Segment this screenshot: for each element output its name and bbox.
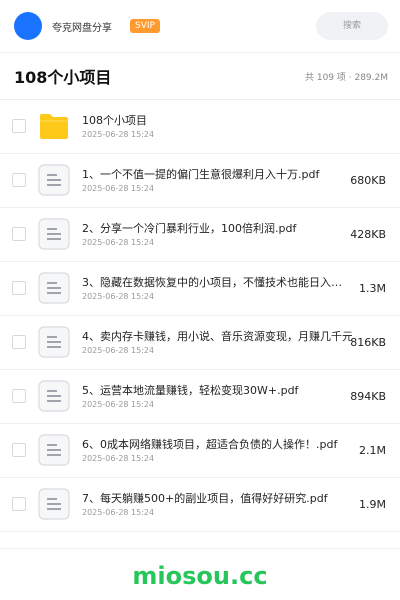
select-checkbox[interactable] — [12, 497, 26, 511]
footer-divider — [0, 548, 400, 549]
file-date: 2025-06-28 15:24 — [82, 346, 155, 355]
file-date: 2025-06-28 15:24 — [82, 184, 155, 193]
select-checkbox[interactable] — [12, 389, 26, 403]
account-name: 夸克网盘分享 — [52, 22, 112, 34]
file-name: 7、每天躺赚500+的副业项目，值得好好研究.pdf — [82, 492, 328, 505]
file-date: 2025-06-28 15:24 — [82, 238, 155, 247]
select-checkbox[interactable] — [12, 227, 26, 241]
file-name: 6、0成本网络赚钱项目，超适合负债的人操作！.pdf — [82, 438, 338, 451]
file-name: 4、卖内存卡赚钱，用小说、音乐资源变现，月赚几千元.pdf — [82, 330, 352, 343]
document-icon — [38, 380, 70, 412]
file-date: 2025-06-28 15:24 — [82, 292, 155, 301]
document-icon — [38, 326, 70, 358]
file-size: 2.1M — [359, 444, 386, 457]
folder-icon — [40, 114, 68, 139]
list-item[interactable]: 7、每天躺赚500+的副业项目，值得好好研究.pdf 2025-06-28 15… — [0, 478, 400, 532]
document-icon — [38, 164, 70, 196]
file-size: 1.3M — [359, 282, 386, 295]
file-size: 1.9M — [359, 498, 386, 511]
document-icon — [38, 272, 70, 304]
select-checkbox[interactable] — [12, 173, 26, 187]
select-checkbox[interactable] — [12, 119, 26, 133]
file-name: 3、隐藏在数据恢复中的小项目，不懂技术也能日入300+.pdf — [82, 276, 346, 289]
file-date: 2025-06-28 15:24 — [82, 454, 155, 463]
file-size: 428KB — [350, 228, 386, 241]
folder-header: 108个小项目 共 109 项 · 289.2M — [0, 52, 400, 100]
list-item[interactable]: 1、一个不值一提的偏门生意很爆利月入十万.pdf 2025-06-28 15:2… — [0, 154, 400, 208]
file-name: 1、一个不值一提的偏门生意很爆利月入十万.pdf — [82, 168, 320, 181]
file-list: 108个小项目 2025-06-28 15:24 1、一个不值一提的偏门生意很爆… — [0, 100, 400, 532]
list-item[interactable]: 6、0成本网络赚钱项目，超适合负债的人操作！.pdf 2025-06-28 15… — [0, 424, 400, 478]
page-title: 108个小项目 — [14, 68, 112, 87]
vip-badge: SVIP — [130, 19, 160, 33]
select-checkbox[interactable] — [12, 281, 26, 295]
top-bar: 夸克网盘分享 SVIP — [0, 0, 400, 52]
file-date: 2025-06-28 15:24 — [82, 130, 155, 139]
document-icon — [38, 434, 70, 466]
file-name: 5、运营本地流量赚钱，轻松变现30W+.pdf — [82, 384, 299, 397]
folder-meta: 共 109 项 · 289.2M — [304, 72, 388, 83]
document-icon — [38, 488, 70, 520]
file-name: 2、分享一个冷门暴利行业，100倍利润.pdf — [82, 222, 297, 235]
list-item[interactable]: 5、运营本地流量赚钱，轻松变现30W+.pdf 2025-06-28 15:24… — [0, 370, 400, 424]
file-date: 2025-06-28 15:24 — [82, 508, 155, 517]
file-name: 108个小项目 — [82, 114, 147, 127]
select-checkbox[interactable] — [12, 335, 26, 349]
list-item[interactable]: 3、隐藏在数据恢复中的小项目，不懂技术也能日入300+.pdf 2025-06-… — [0, 262, 400, 316]
document-icon — [38, 218, 70, 250]
file-date: 2025-06-28 15:24 — [82, 400, 155, 409]
select-checkbox[interactable] — [12, 443, 26, 457]
search-input[interactable] — [316, 12, 388, 40]
file-size: 680KB — [350, 174, 386, 187]
file-size: 894KB — [350, 390, 386, 403]
avatar[interactable] — [14, 12, 42, 40]
list-item[interactable]: 108个小项目 2025-06-28 15:24 — [0, 100, 400, 154]
list-item[interactable]: 2、分享一个冷门暴利行业，100倍利润.pdf 2025-06-28 15:24… — [0, 208, 400, 262]
watermark: miosou.cc — [132, 562, 268, 590]
list-item[interactable]: 4、卖内存卡赚钱，用小说、音乐资源变现，月赚几千元.pdf 2025-06-28… — [0, 316, 400, 370]
file-size: 816KB — [350, 336, 386, 349]
